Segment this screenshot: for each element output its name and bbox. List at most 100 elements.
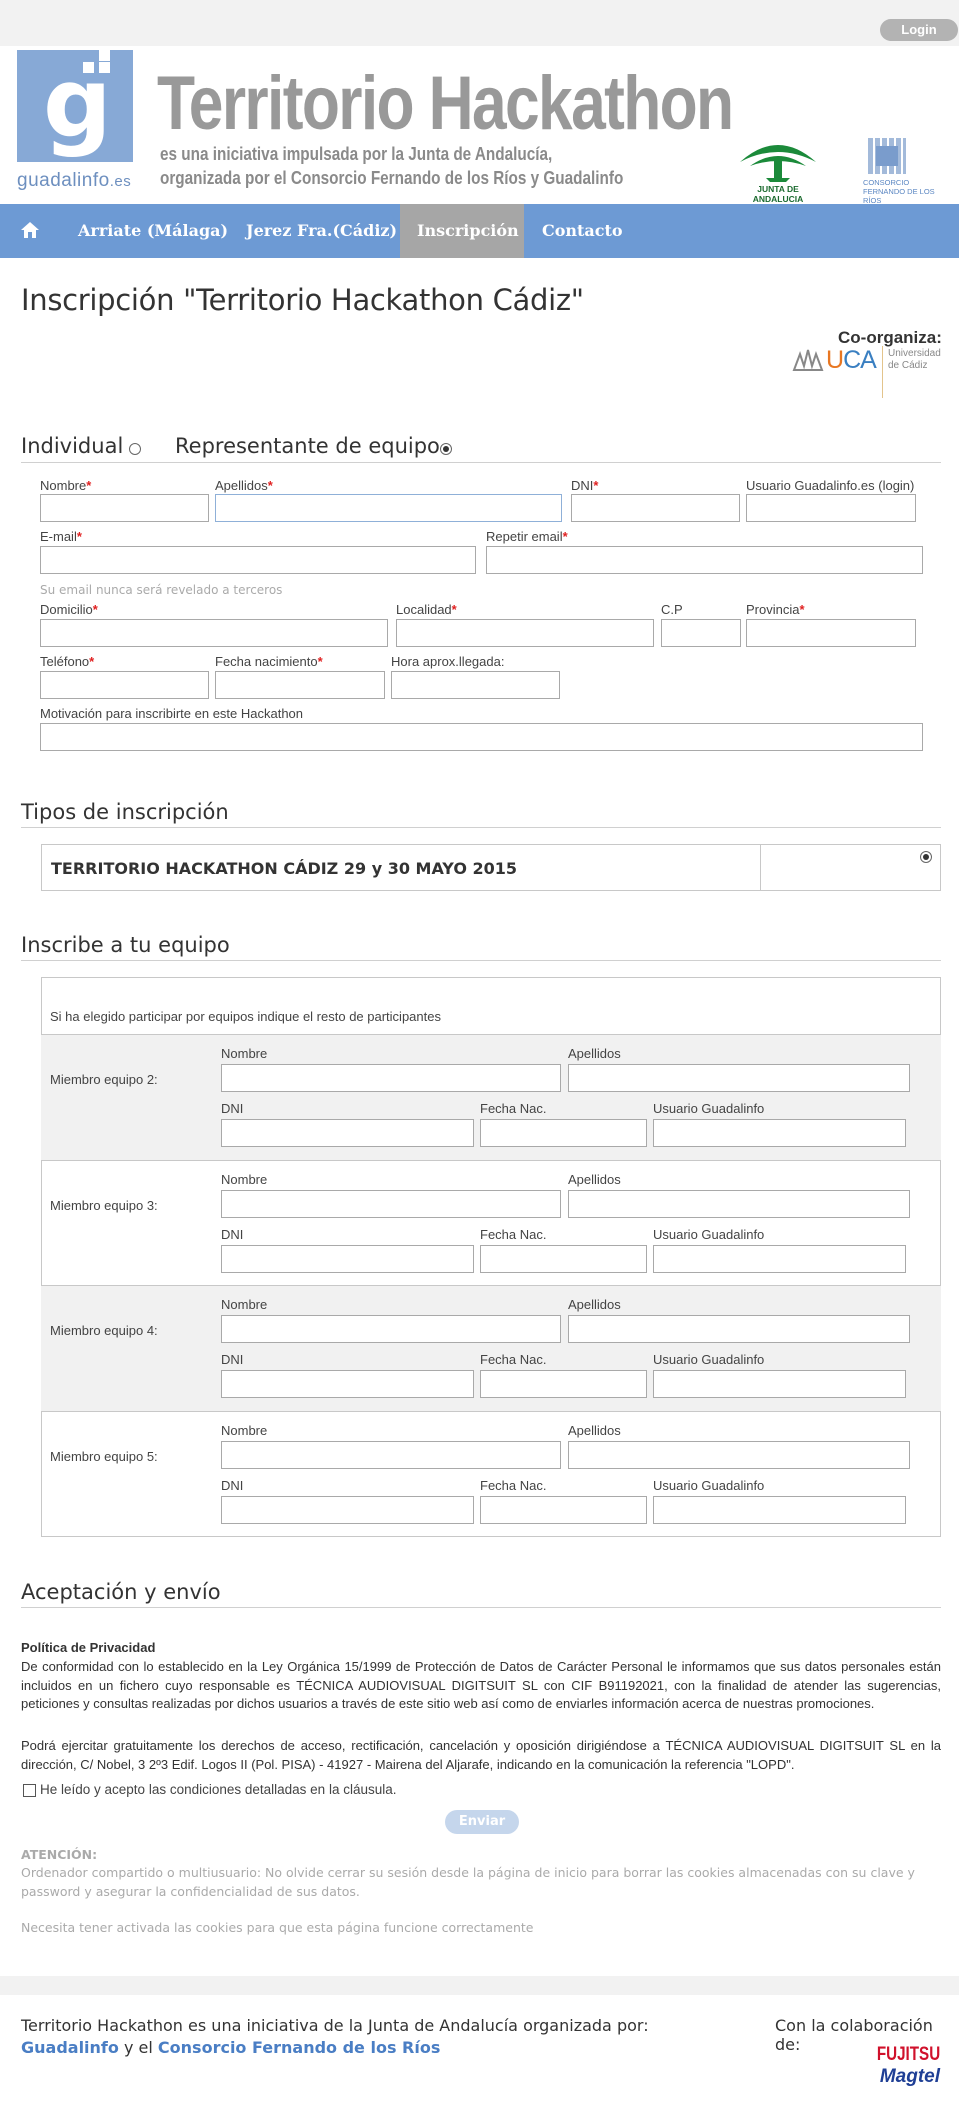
nav-inscripcion[interactable]: Inscripción	[400, 204, 524, 258]
site-title: Territorio Hackathon	[157, 61, 734, 146]
atencion-title: ATENCIÓN:	[21, 1847, 98, 1862]
footer-connector: y el	[123, 2038, 153, 2057]
fecha-nacimiento-input[interactable]	[215, 671, 385, 699]
consorcio-logo[interactable]: CONSORCIO FERNANDO DE LOS RÍOS	[833, 138, 945, 205]
member-2-label: Miembro equipo 2:	[50, 1072, 158, 1087]
label-dni: DNI*	[571, 478, 599, 493]
member-4-dni-input[interactable]	[221, 1370, 474, 1398]
nav-arriate[interactable]: Arriate (Málaga)	[61, 204, 245, 258]
nombre-input[interactable]	[40, 494, 209, 522]
dni-input[interactable]	[571, 494, 740, 522]
consorcio-label-line1: CONSORCIO	[863, 178, 910, 187]
uca-logo[interactable]: UCA Universidad de Cádiz	[792, 346, 942, 408]
email-input[interactable]	[40, 546, 476, 574]
radio-individual[interactable]	[129, 443, 141, 455]
member-5-label: Miembro equipo 5:	[50, 1449, 158, 1464]
email-note: Su email nunca será revelado a terceros	[40, 583, 283, 597]
member-2-fecha-input[interactable]	[480, 1119, 647, 1147]
member-4-apellidos-label: Apellidos	[568, 1297, 621, 1312]
nav-contacto[interactable]: Contacto	[525, 204, 640, 258]
member-3-nombre-input[interactable]	[221, 1190, 561, 1218]
provincia-input[interactable]	[746, 619, 916, 647]
member-3-nombre-label: Nombre	[221, 1172, 268, 1187]
tipo-option-label: TERRITORIO HACKATHON CÁDIZ 29 y 30 MAYO …	[51, 859, 518, 878]
telefono-input[interactable]	[40, 671, 209, 699]
member-5-usuario-input[interactable]	[653, 1496, 906, 1524]
consorcio-link[interactable]: Consorcio Fernando de los Ríos	[158, 2038, 440, 2057]
member-4-nombre-input[interactable]	[221, 1315, 561, 1343]
member-4-fecha-input[interactable]	[480, 1370, 647, 1398]
member-3-usuario-input[interactable]	[653, 1245, 906, 1273]
uca-sub-line2: de Cádiz	[888, 360, 928, 371]
localidad-input[interactable]	[396, 619, 654, 647]
apellidos-input[interactable]	[215, 494, 562, 522]
usuario-input[interactable]	[746, 494, 916, 522]
domicilio-input[interactable]	[40, 619, 388, 647]
motivacion-input[interactable]	[40, 723, 923, 751]
label-apellidos: Apellidos*	[215, 478, 273, 493]
member-2-nombre-input[interactable]	[221, 1064, 561, 1092]
accept-checkbox[interactable]	[23, 1784, 36, 1797]
guadalinfo-logo-icon[interactable]: g	[17, 50, 133, 162]
member-3-apellidos-label: Apellidos	[568, 1172, 621, 1187]
label-cp: C.P	[661, 602, 683, 617]
member-5-dni-input[interactable]	[221, 1496, 474, 1524]
coorganiza-title: Co-organiza:	[838, 328, 942, 347]
equipo-intro: Si ha elegido participar por equipos ind…	[50, 1009, 441, 1024]
member-2-usuario-label: Usuario Guadalinfo	[653, 1101, 765, 1116]
label-domicilio: Domicilio*	[40, 602, 98, 617]
radio-tipo-cadiz[interactable]	[920, 851, 932, 863]
member-2-dni-input[interactable]	[221, 1119, 474, 1147]
member-3-fecha-input[interactable]	[480, 1245, 647, 1273]
guadalinfo-link[interactable]: Guadalinfo	[21, 2038, 119, 2057]
hora-llegada-input[interactable]	[391, 671, 560, 699]
aceptacion-heading: Aceptación y envío	[21, 1580, 221, 1604]
repetir-email-input[interactable]	[486, 546, 923, 574]
member-5-dni-label: DNI	[221, 1478, 244, 1493]
login-button[interactable]: Login	[880, 19, 958, 41]
send-button[interactable]: Enviar	[445, 1810, 519, 1834]
label-motivacion: Motivación para inscribirte en este Hack…	[40, 706, 304, 721]
guadalinfo-logo-text[interactable]: guadalinfo.es	[17, 170, 131, 192]
member-3-apellidos-input[interactable]	[568, 1190, 910, 1218]
label-usuario: Usuario Guadalinfo.es (login)	[746, 478, 915, 493]
member-4-nombre-label: Nombre	[221, 1297, 268, 1312]
equipo-heading: Inscribe a tu equipo	[21, 933, 230, 957]
atencion-text: Ordenador compartido o multiusuario: No …	[21, 1865, 915, 1899]
page-title: Inscripción "Territorio Hackathon Cádiz"	[21, 283, 584, 317]
member-5-nombre-label: Nombre	[221, 1423, 268, 1438]
privacy-paragraph-2: Podrá ejercitar gratuitamente los derech…	[21, 1738, 941, 1772]
uca-sub: Universidad de Cádiz	[888, 348, 941, 372]
member-4-dni-label: DNI	[221, 1352, 244, 1367]
nav-jerez[interactable]: Jerez Fra.(Cádiz)	[229, 204, 414, 258]
magtel-label: Magtel	[879, 2066, 940, 2087]
member-4-apellidos-input[interactable]	[568, 1315, 910, 1343]
member-3-dni-input[interactable]	[221, 1245, 474, 1273]
junta-andalucia-logo[interactable]: JUNTA DE ANDALUCIA	[736, 136, 820, 204]
tipos-table: TERRITORIO HACKATHON CÁDIZ 29 y 30 MAYO …	[41, 844, 941, 891]
nav-home[interactable]	[0, 204, 60, 258]
radio-team[interactable]	[440, 443, 452, 455]
member-5-fecha-input[interactable]	[480, 1496, 647, 1524]
member-2-usuario-input[interactable]	[653, 1119, 906, 1147]
site-subtitle-line1: es una iniciativa impulsada por la Junta…	[160, 144, 553, 164]
label-email: E-mail*	[40, 529, 82, 544]
consorcio-label: CONSORCIO FERNANDO DE LOS RÍOS	[863, 178, 945, 205]
privacy-paragraph-1: De conformidad con lo establecido en la …	[21, 1659, 941, 1711]
member-5-apellidos-input[interactable]	[568, 1441, 910, 1469]
member-4-usuario-input[interactable]	[653, 1370, 906, 1398]
fujitsu-magtel-logo[interactable]: FUJITSU Magtel	[862, 2044, 940, 2092]
accept-label: He leído y acepto las condiciones detall…	[40, 1782, 397, 1797]
label-fecha-nacimiento: Fecha nacimiento*	[215, 654, 323, 669]
cp-input[interactable]	[661, 619, 741, 647]
mode-individual-label: Individual	[21, 434, 124, 458]
member-5-nombre-input[interactable]	[221, 1441, 561, 1469]
footer-line1: Territorio Hackathon es una iniciativa d…	[21, 2016, 649, 2035]
footer-line2: Guadalinfo y el Consorcio Fernando de lo…	[21, 2038, 440, 2057]
member-2-apellidos-input[interactable]	[568, 1064, 910, 1092]
mode-team-label: Representante de equipo	[175, 434, 440, 458]
member-5-fecha-label: Fecha Nac.	[480, 1478, 547, 1493]
divider	[21, 960, 941, 961]
label-hora-llegada: Hora aprox.llegada:	[391, 654, 505, 669]
site-subtitle-line2: organizada por el Consorcio Fernando de …	[160, 168, 624, 188]
